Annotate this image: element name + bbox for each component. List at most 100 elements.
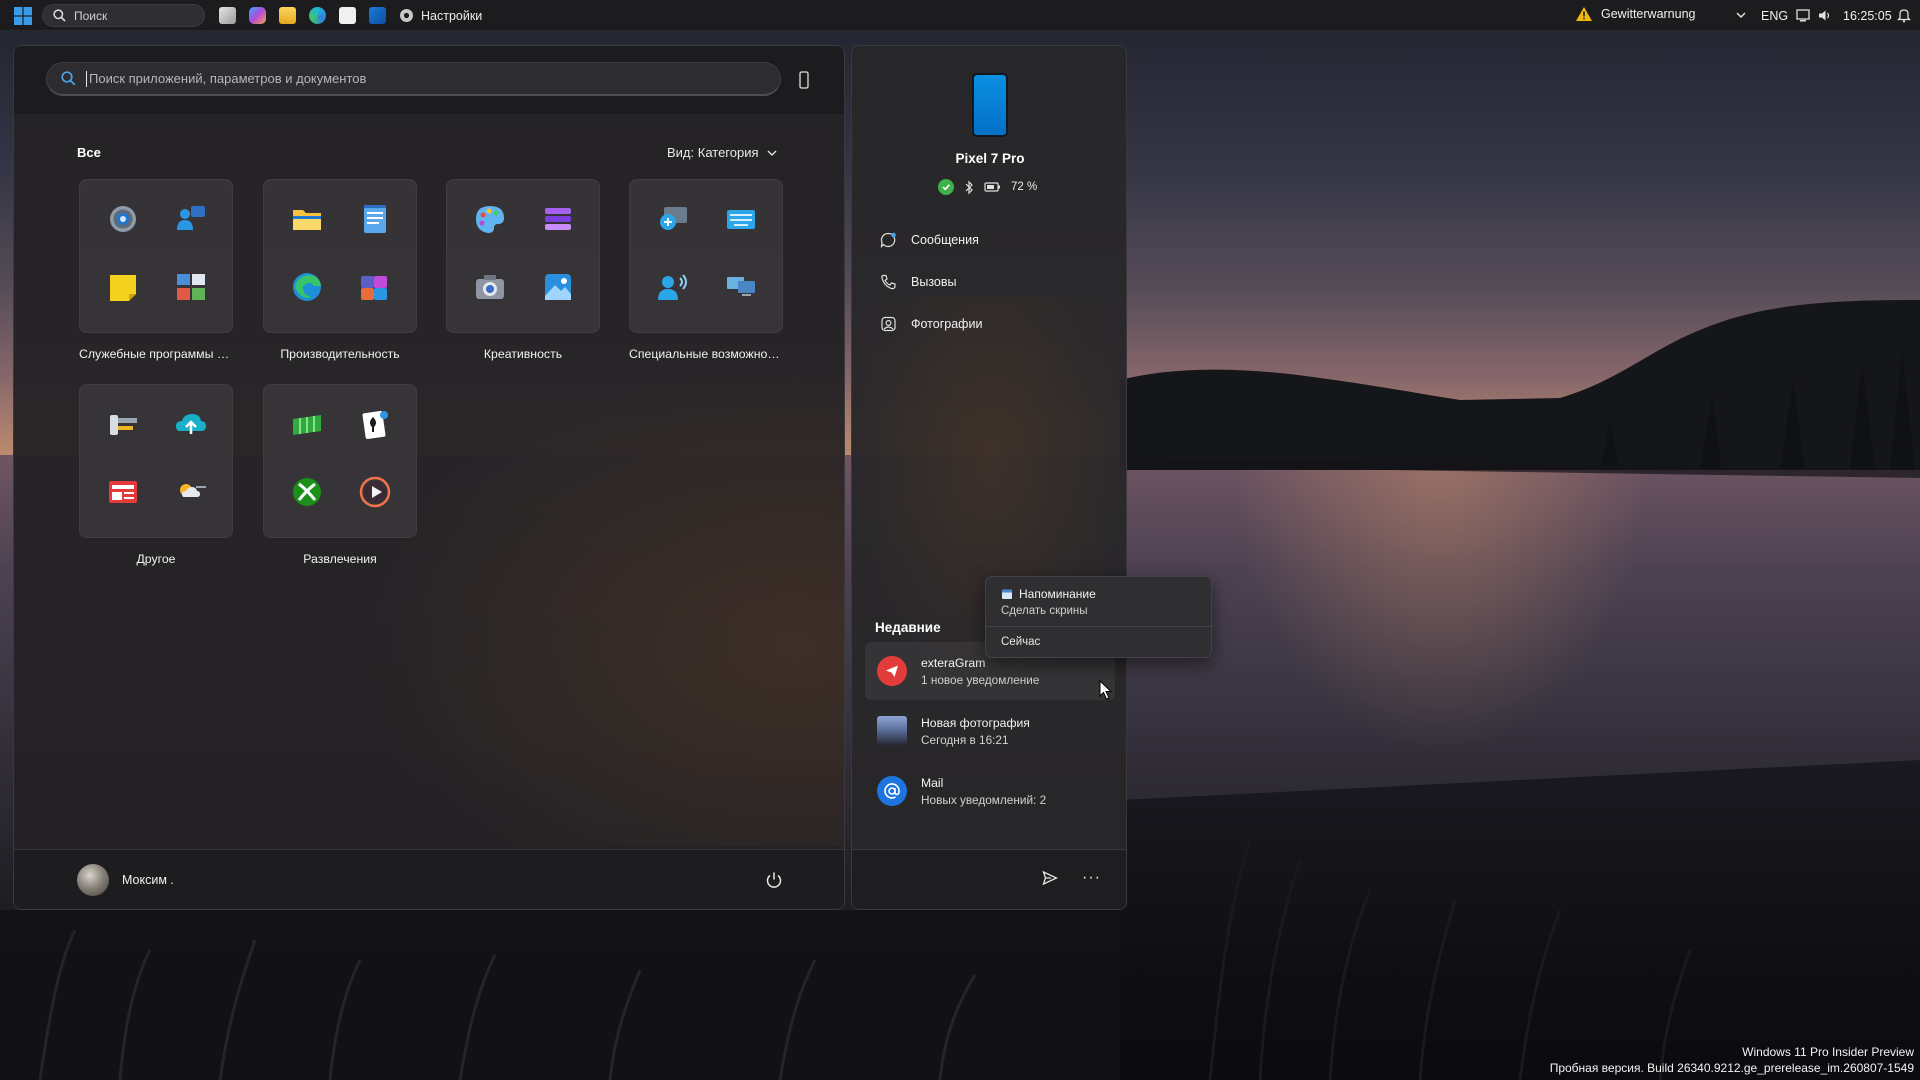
- power-icon[interactable]: [765, 871, 783, 889]
- network-icon[interactable]: [1796, 9, 1810, 22]
- on-screen-keyboard-icon[interactable]: [724, 202, 758, 236]
- avatar[interactable]: [77, 864, 109, 896]
- folder-entertainment[interactable]: Развлечения: [263, 384, 417, 566]
- build-watermark-line2: Пробная версия. Build 26340.9212.ge_prer…: [1549, 1061, 1914, 1075]
- outlook-taskbar-icon[interactable]: [369, 7, 386, 24]
- user-name[interactable]: Моксим .: [122, 873, 174, 887]
- recent-item-new-photo[interactable]: Новая фотография Сегодня в 16:21: [865, 702, 1115, 760]
- battery-icon: [984, 182, 1000, 192]
- people-icon[interactable]: [174, 202, 208, 236]
- start-menu: Все Вид: Категория Служебные программы и…: [13, 45, 845, 910]
- start-search-area: [14, 46, 844, 114]
- folder-other[interactable]: Другое: [79, 384, 233, 566]
- folder-tile[interactable]: [629, 179, 783, 333]
- phone-link-photos[interactable]: Фотографии: [880, 316, 982, 332]
- copilot-icon[interactable]: [249, 7, 266, 24]
- phone-link-messages[interactable]: Сообщения: [880, 232, 979, 248]
- text-caret: [86, 70, 87, 87]
- settings-taskbar-icon[interactable]: [398, 7, 415, 24]
- reminder-time: Сейчас: [1001, 636, 1041, 648]
- folder-label: Специальные возможнос...: [629, 347, 783, 361]
- folder-productivity[interactable]: Производительность: [263, 179, 417, 361]
- edge-taskbar-icon[interactable]: [309, 7, 326, 24]
- phone-link-label: Сообщения: [911, 233, 979, 247]
- phone-link-toggle-icon[interactable]: [797, 71, 811, 89]
- exteragram-icon: [877, 656, 907, 686]
- view-selector[interactable]: Вид: Категория: [667, 145, 777, 160]
- task-view-icon[interactable]: [219, 7, 236, 24]
- settings-icon[interactable]: [106, 202, 140, 236]
- device-name: Pixel 7 Pro: [955, 151, 1025, 166]
- taskbar-search-label: Поиск: [74, 8, 108, 23]
- reminder-notification[interactable]: Напоминание Сделать скрины Сейчас: [985, 576, 1213, 658]
- active-app-label[interactable]: Настройки: [421, 9, 482, 23]
- phone-call-icon: [881, 274, 896, 290]
- taskbar-search[interactable]: Поиск: [42, 4, 205, 27]
- folder-label: Развлечения: [303, 552, 377, 566]
- sticky-notes-icon[interactable]: [106, 270, 140, 304]
- xbox-icon[interactable]: [290, 475, 324, 509]
- weather-widget[interactable]: Gewitterwarnung: [1575, 6, 1696, 22]
- reminder-title-row: Напоминание: [1001, 587, 1096, 601]
- folder-label: Производительность: [280, 347, 400, 361]
- folder-tile[interactable]: [79, 179, 233, 333]
- phone-device-image: [972, 73, 1008, 137]
- folder-accessibility[interactable]: Специальные возможнос...: [629, 179, 783, 361]
- remote-desktop-icon[interactable]: [724, 270, 758, 304]
- notepad-icon[interactable]: [358, 202, 392, 236]
- folder-utilities[interactable]: Служебные программы и...: [79, 179, 233, 361]
- bluetooth-icon: [965, 180, 973, 194]
- folder-creativity[interactable]: Креативность: [446, 179, 600, 361]
- reminder-title: Напоминание: [1019, 587, 1096, 601]
- view-selector-label: Вид: Категория: [667, 145, 759, 160]
- folder-tile[interactable]: [263, 384, 417, 538]
- narrator-icon[interactable]: [656, 270, 690, 304]
- volume-icon[interactable]: [1818, 9, 1832, 22]
- phone-link-calls[interactable]: Вызовы: [880, 274, 957, 290]
- recent-item-subtitle: Новых уведомлений: 2: [921, 792, 1047, 807]
- chevron-down-icon: [767, 150, 777, 156]
- onedrive-icon[interactable]: [174, 407, 208, 441]
- folder-tile[interactable]: [79, 384, 233, 538]
- more-options-icon[interactable]: ···: [1082, 869, 1101, 887]
- notification-bell-icon[interactable]: [1897, 8, 1911, 23]
- news-icon[interactable]: [106, 475, 140, 509]
- recent-item-mail[interactable]: Mail Новых уведомлений: 2: [865, 762, 1115, 820]
- solitaire-cards-icon[interactable]: [358, 407, 392, 441]
- photos-icon[interactable]: [541, 270, 575, 304]
- clipchamp-icon[interactable]: [541, 202, 575, 236]
- send-icon[interactable]: [1042, 870, 1058, 886]
- file-explorer-taskbar-icon[interactable]: [279, 7, 296, 24]
- edge-icon[interactable]: [290, 270, 324, 304]
- magnifier-icon[interactable]: [656, 202, 690, 236]
- build-watermark-line1: Windows 11 Pro Insider Preview: [1742, 1045, 1914, 1059]
- paint-icon[interactable]: [473, 202, 507, 236]
- teams-icon[interactable]: [358, 270, 392, 304]
- start-search-input[interactable]: [89, 71, 780, 86]
- weather-icon[interactable]: [174, 475, 208, 509]
- all-apps-heading: Все: [77, 145, 101, 160]
- mail-icon: [877, 776, 907, 806]
- store-taskbar-icon[interactable]: [339, 7, 356, 24]
- windows-start-icon[interactable]: [14, 7, 32, 25]
- chevron-up-icon[interactable]: [1735, 8, 1747, 22]
- solitaire-board-icon[interactable]: [290, 407, 324, 441]
- folder-tile[interactable]: [446, 179, 600, 333]
- start-search-box[interactable]: [46, 62, 781, 96]
- taskbar: Поиск Настройки Gewitterwarnung ENG 16:2…: [0, 0, 1920, 31]
- dev-tools-icon[interactable]: [106, 407, 140, 441]
- photo-thumbnail: [877, 716, 907, 746]
- divider: [986, 626, 1213, 627]
- recent-item-subtitle: 1 новое уведомление: [921, 672, 1040, 687]
- recent-heading: Недавние: [875, 620, 941, 635]
- folder-tile[interactable]: [263, 179, 417, 333]
- language-indicator[interactable]: ENG: [1761, 9, 1788, 23]
- photos-outline-icon: [881, 316, 896, 332]
- camera-icon[interactable]: [473, 270, 507, 304]
- reminder-text: Сделать скрины: [1001, 605, 1088, 617]
- folder-label: Креативность: [483, 347, 563, 361]
- clock[interactable]: 16:25:05: [1843, 9, 1892, 23]
- file-explorer-icon[interactable]: [290, 202, 324, 236]
- control-panel-icon[interactable]: [174, 270, 208, 304]
- media-player-icon[interactable]: [358, 475, 392, 509]
